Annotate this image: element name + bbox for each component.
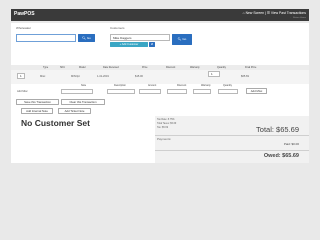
add-misc-row: Note Description Amount Discount Warrant… <box>11 84 309 99</box>
col-quantity: Quantity <box>217 66 226 69</box>
top-navbar: PawPOS ⌂ New Screen | ☰ View Past Transa… <box>11 9 309 21</box>
col-sku: SKU <box>60 66 65 69</box>
add-misc-label: Add Misc <box>17 90 28 93</box>
col-price: Price <box>142 66 148 69</box>
table-row: 1 Misc MISOpt 1-31-2019 $15.00 1 $65.69 <box>11 70 309 84</box>
row-final-price: $65.69 <box>241 75 249 78</box>
misc-note-input[interactable] <box>61 89 93 94</box>
add-internal-note-button[interactable]: Add Internal Note <box>21 108 53 114</box>
row-date: 1-31-2019 <box>97 75 109 78</box>
misc-amount-input[interactable] <box>139 89 161 94</box>
col-description: Description <box>114 84 126 87</box>
nav-links[interactable]: ⌂ New Screen | ☰ View Past Transactions <box>243 11 306 15</box>
order-summary: Tax Rate: 8.75% Total Taxes: $5.69 Tax: … <box>155 116 309 163</box>
wholesaler-go-label: Go <box>86 36 91 40</box>
col-amount: Amount <box>148 84 157 87</box>
add-misc-button[interactable]: Add Misc <box>246 88 267 94</box>
divider <box>155 135 309 136</box>
customer-input[interactable]: Mike Daggers <box>110 34 170 41</box>
add-customer-button[interactable]: + Add Customer <box>110 42 148 47</box>
col-model: Model <box>79 66 86 69</box>
ban-icon: ⊘ <box>150 42 154 46</box>
row-qty-input[interactable]: 1 <box>17 73 25 79</box>
col-note: Note <box>81 84 87 87</box>
search-icon: 🔍︎ <box>82 36 86 40</box>
main-content: Wholesaler 🔍︎ Go Customers Mike Daggers … <box>11 23 309 163</box>
misc-warranty-input[interactable] <box>193 89 211 94</box>
tax-text: Tax: $5.69 <box>157 126 169 129</box>
row-type: Misc <box>40 75 46 78</box>
misc-discount-input[interactable] <box>167 89 187 94</box>
customer-go-label: Go <box>182 37 187 41</box>
col-warranty-2: Warranty <box>201 84 211 87</box>
save-transaction-button[interactable]: Save this Transaction <box>16 99 59 105</box>
search-icon: 🔍︎ <box>177 37 182 41</box>
customer-status-heading: No Customer Set <box>21 118 90 128</box>
row-model: MISOpt <box>71 75 80 78</box>
add-ticket-note-button[interactable]: Add Ticket Note <box>58 108 91 114</box>
misc-description-input[interactable] <box>107 89 135 94</box>
customer-go-button[interactable]: 🔍︎ Go <box>172 34 192 45</box>
total-taxes-text: Total Taxes: $5.69 <box>157 122 177 125</box>
screen: PawPOS ⌂ New Screen | ☰ View Past Transa… <box>0 0 320 240</box>
col-date-received: Date Received <box>103 66 119 69</box>
wholesaler-input[interactable] <box>16 34 76 42</box>
col-discount: Discount <box>166 66 176 69</box>
total-amount: Total: $65.69 <box>256 125 299 134</box>
brand-logo[interactable]: PawPOS <box>14 11 35 17</box>
col-quantity-2: Quantity <box>223 84 232 87</box>
clear-transaction-button[interactable]: Clear this Transaction <box>61 99 105 105</box>
clear-customer-button[interactable]: ⊘ <box>149 42 155 47</box>
wholesaler-go-button[interactable]: 🔍︎ Go <box>78 34 95 42</box>
misc-quantity-input[interactable] <box>218 89 238 94</box>
customers-label: Customers <box>110 26 125 30</box>
row-quantity-input[interactable]: 1 <box>208 71 220 77</box>
col-discount-2: Discount <box>177 84 187 87</box>
tax-rate-text: Tax Rate: 8.75% <box>157 118 175 121</box>
return-home-link[interactable]: ← Return Home <box>290 17 306 19</box>
payments-label: Payments: <box>157 137 172 141</box>
owed-amount: Owed: $65.69 <box>263 153 299 159</box>
divider <box>155 150 309 151</box>
col-type: Type <box>43 66 49 69</box>
col-final-price: Final Price <box>245 66 257 69</box>
paid-amount: Paid: $0.00 <box>283 142 299 146</box>
row-price: $15.00 <box>135 75 143 78</box>
col-warranty: Warranty <box>190 66 200 69</box>
wholesaler-label: Wholesaler <box>16 26 32 30</box>
